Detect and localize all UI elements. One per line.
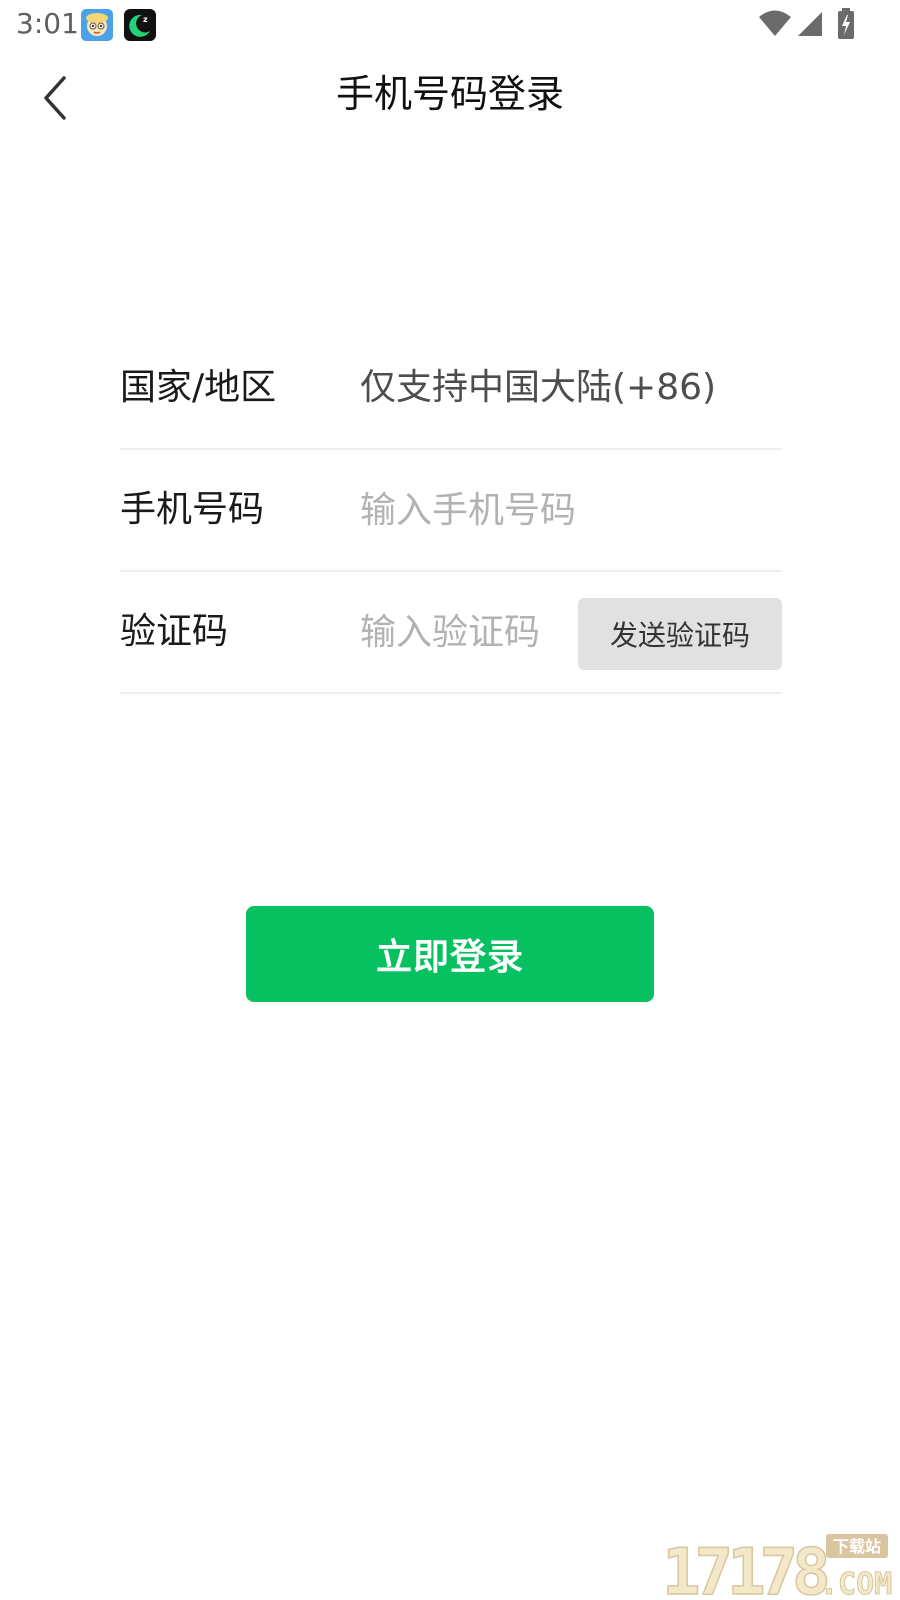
phone-row: 手机号码 [120, 450, 782, 572]
code-label: 验证码 [120, 611, 229, 652]
svg-text:.COM: .COM [820, 1567, 892, 1598]
login-form: 国家/地区 仅支持中国大陆(+86) 手机号码 验证码 发送验证码 [120, 328, 782, 694]
phone-input[interactable] [360, 480, 780, 540]
battery-charging-icon [836, 8, 856, 44]
chevron-left-icon [40, 74, 72, 126]
svg-text:z: z [143, 15, 148, 24]
phone-label: 手机号码 [120, 489, 265, 530]
svg-text:17178: 17178 [662, 1536, 827, 1598]
header: 手机号码登录 [0, 56, 900, 136]
region-label: 国家/地区 [120, 367, 277, 408]
region-value: 仅支持中国大陆(+86) [360, 367, 717, 408]
watermark-logo: 17178 下载站 .COM [660, 1532, 893, 1600]
status-indicators [700, 8, 900, 40]
svg-text:下载站: 下载站 [833, 1537, 881, 1556]
send-code-button[interactable]: 发送验证码 [578, 598, 782, 670]
code-row: 验证码 发送验证码 [120, 572, 782, 694]
wifi-icon [758, 10, 792, 42]
login-button[interactable]: 立即登录 [246, 906, 654, 1002]
region-row[interactable]: 国家/地区 仅支持中国大陆(+86) [120, 328, 782, 450]
avatar-app-icon [81, 9, 113, 41]
back-button[interactable] [24, 68, 88, 132]
moon-app-icon: z [124, 9, 156, 41]
verification-code-input[interactable] [360, 602, 570, 662]
signal-icon [796, 10, 824, 42]
phone-login-screen: 3:01 z 手机号码登录 国家/地区 仅支持中国大陆(+86) 手机号码 输入… [0, 0, 900, 1600]
status-time: 3:01 [16, 7, 79, 40]
page-title: 手机号码登录 [335, 72, 564, 116]
status-bar: 3:01 z [0, 0, 900, 48]
